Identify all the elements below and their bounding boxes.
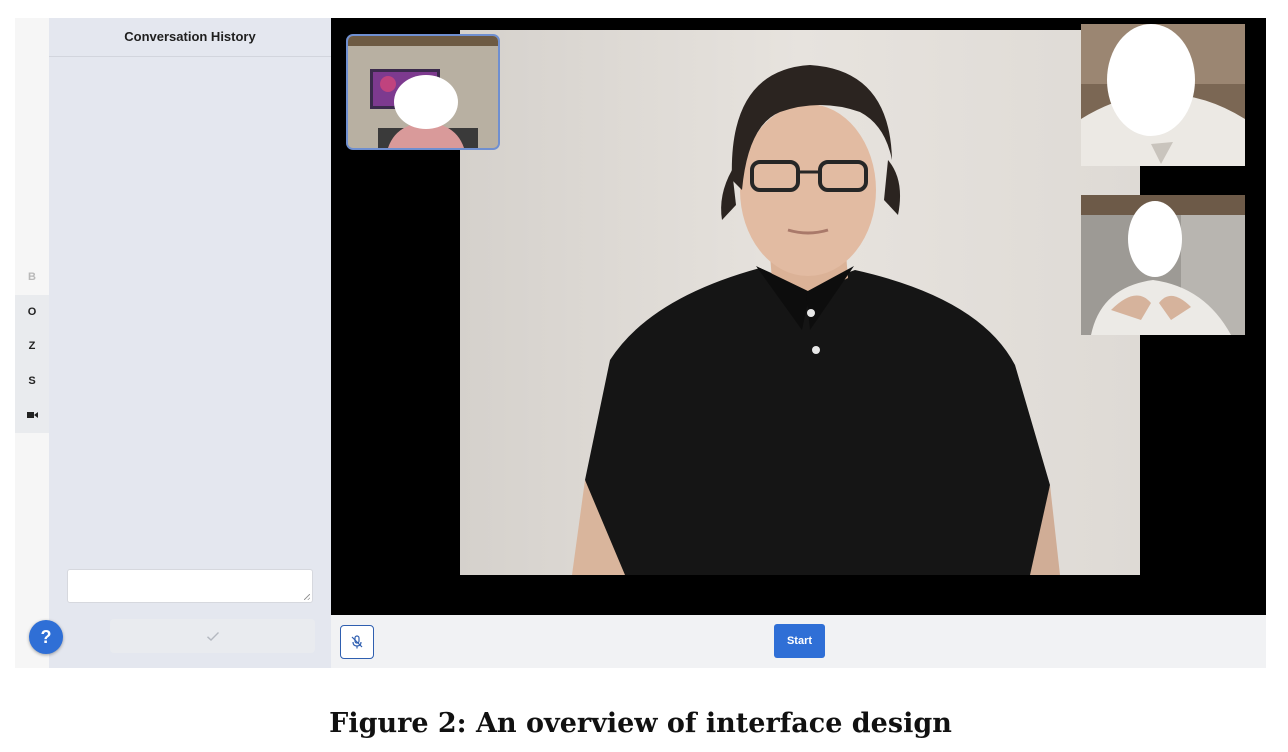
figure-caption: Figure 2: An overview of interface desig… bbox=[329, 708, 952, 739]
conversation-history-panel: Conversation History bbox=[49, 18, 331, 668]
mute-microphone-button[interactable] bbox=[340, 625, 374, 659]
microphone-muted-icon bbox=[351, 635, 363, 649]
call-controls-bar: Start bbox=[331, 615, 1266, 668]
remote-participant-image-2 bbox=[1081, 195, 1245, 335]
main-participant-video bbox=[460, 30, 1140, 575]
help-button[interactable]: ? bbox=[29, 620, 63, 654]
self-view-tile[interactable] bbox=[346, 34, 500, 150]
app-window: B O Z S Conversation History ? Start bbox=[15, 18, 1266, 668]
rail-items: B O Z S bbox=[15, 260, 49, 433]
conversation-history-title: Conversation History bbox=[49, 18, 331, 57]
send-button[interactable] bbox=[110, 619, 315, 653]
remote-participant-image-1 bbox=[1081, 24, 1245, 166]
left-rail: B O Z S bbox=[15, 18, 49, 668]
message-textarea[interactable] bbox=[67, 569, 313, 603]
video-stage bbox=[331, 18, 1266, 615]
rail-item-camera[interactable] bbox=[15, 398, 49, 433]
video-camera-icon bbox=[27, 412, 38, 419]
self-view-image bbox=[348, 36, 498, 148]
remote-participant-tile-2[interactable] bbox=[1081, 195, 1245, 335]
rail-item-s[interactable]: S bbox=[15, 363, 49, 398]
check-icon bbox=[206, 631, 219, 641]
resize-grip-icon[interactable] bbox=[304, 594, 310, 600]
start-button[interactable]: Start bbox=[774, 624, 825, 658]
remote-participant-tile-1[interactable] bbox=[1081, 24, 1245, 166]
main-participant-image bbox=[460, 30, 1140, 575]
rail-item-o[interactable]: O bbox=[15, 294, 49, 329]
rail-item-z[interactable]: Z bbox=[15, 329, 49, 364]
rail-item-b[interactable]: B bbox=[15, 260, 49, 295]
